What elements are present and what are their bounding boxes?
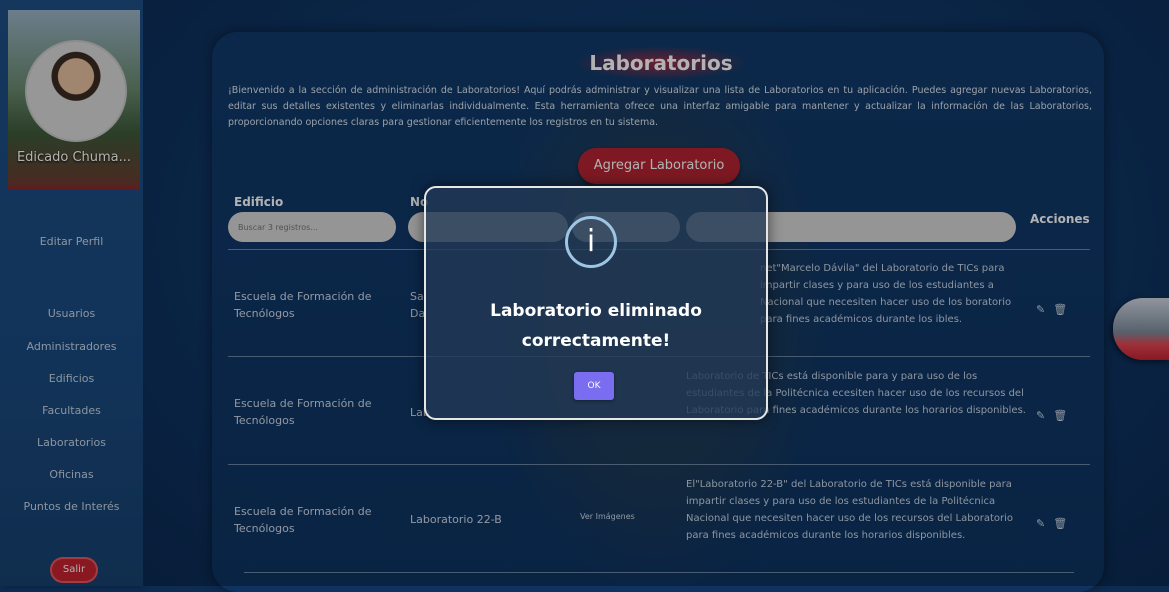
ok-button[interactable]: OK (574, 372, 614, 400)
dialog-message: Laboratorio eliminado correctamente! (490, 301, 702, 351)
info-icon: i (565, 216, 617, 268)
success-dialog: i Laboratorio eliminado correctamente! O… (424, 186, 768, 420)
